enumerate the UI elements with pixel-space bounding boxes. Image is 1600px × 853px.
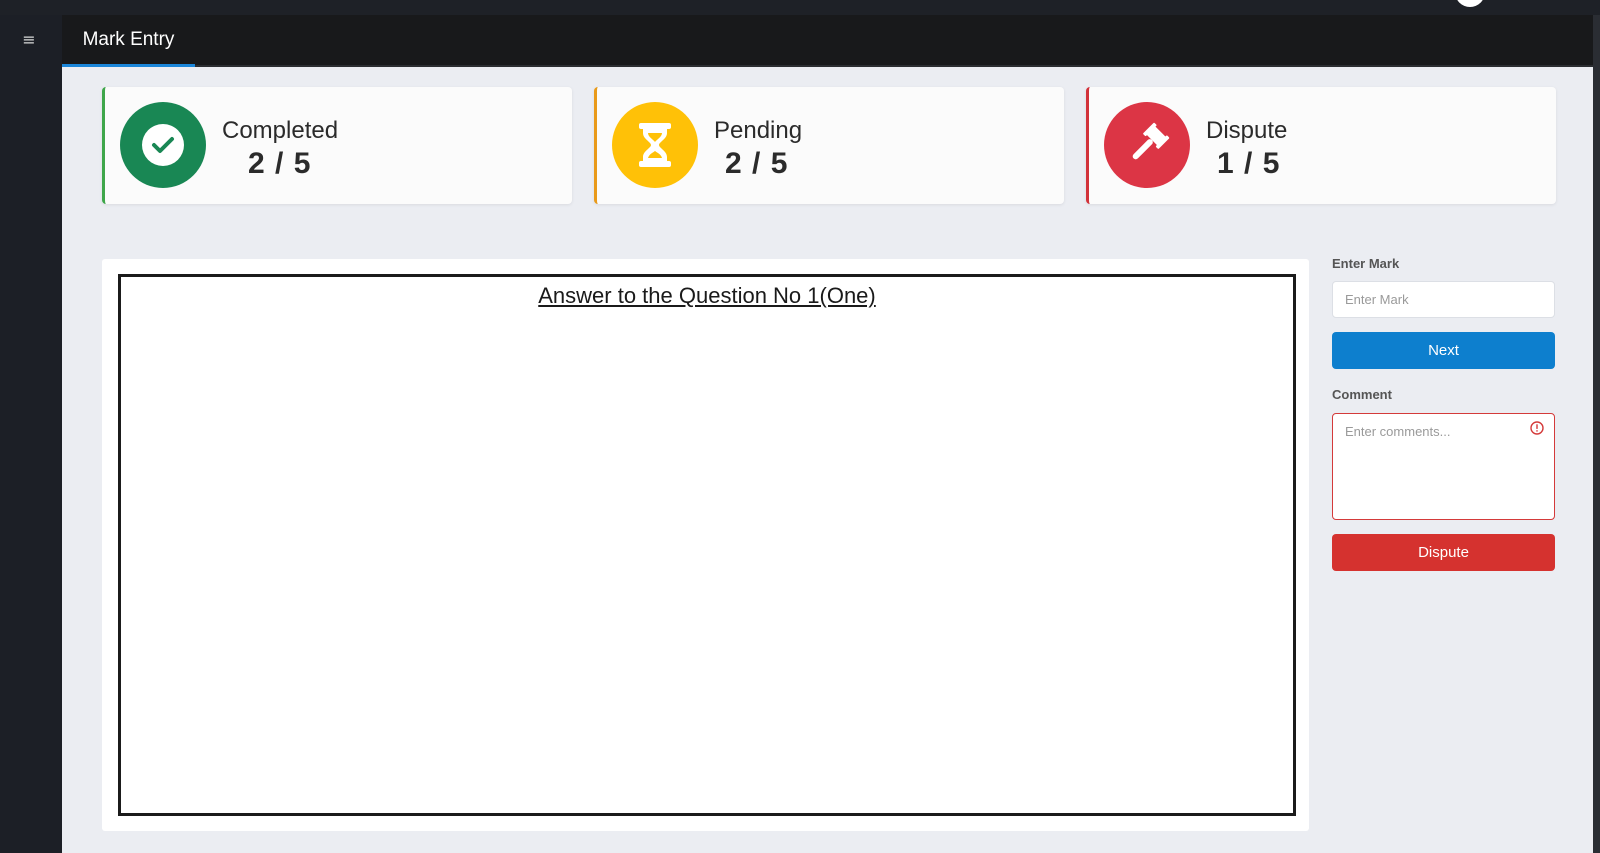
- stat-value: 1 / 5: [1217, 147, 1281, 180]
- stat-card-dispute: Dispute 1 / 5: [1086, 87, 1556, 204]
- enter-mark-label: Enter Mark: [1332, 256, 1400, 271]
- top-navbar: Mark Entry: [0, 15, 1600, 67]
- stat-value: 2 / 5: [725, 147, 789, 180]
- answer-sheet-image: Answer to the Question No 1(One): [118, 274, 1296, 816]
- sidebar: ≡: [0, 15, 62, 853]
- gavel-icon: [1104, 102, 1190, 188]
- warning-icon: [1530, 421, 1544, 435]
- hamburger-icon[interactable]: ≡: [18, 31, 40, 49]
- tab-mark-entry[interactable]: Mark Entry: [62, 15, 195, 67]
- answer-viewer: Answer to the Question No 1(One): [102, 259, 1309, 831]
- comment-label: Comment: [1332, 387, 1392, 402]
- scrollbar-track[interactable]: [1593, 15, 1600, 853]
- mark-input[interactable]: [1332, 281, 1555, 318]
- check-circle-icon: [120, 102, 206, 188]
- stat-label: Pending: [714, 117, 803, 144]
- comment-textarea[interactable]: [1332, 413, 1555, 520]
- window-top-strip: [0, 0, 1600, 15]
- user-avatar[interactable]: [1455, 0, 1485, 7]
- stat-card-completed: Completed 2 / 5: [102, 87, 572, 204]
- stat-card-pending: Pending 2 / 5: [594, 87, 1064, 204]
- hourglass-icon: [612, 102, 698, 188]
- next-button[interactable]: Next: [1332, 332, 1555, 369]
- stat-label: Completed: [222, 117, 339, 144]
- stat-value: 2 / 5: [248, 147, 312, 180]
- dispute-button[interactable]: Dispute: [1332, 534, 1555, 571]
- stat-label: Dispute: [1206, 117, 1288, 144]
- answer-title: Answer to the Question No 1(One): [538, 283, 876, 308]
- main-content: Completed 2 / 5 Pending 2 / 5 Dispute 1 …: [62, 67, 1593, 853]
